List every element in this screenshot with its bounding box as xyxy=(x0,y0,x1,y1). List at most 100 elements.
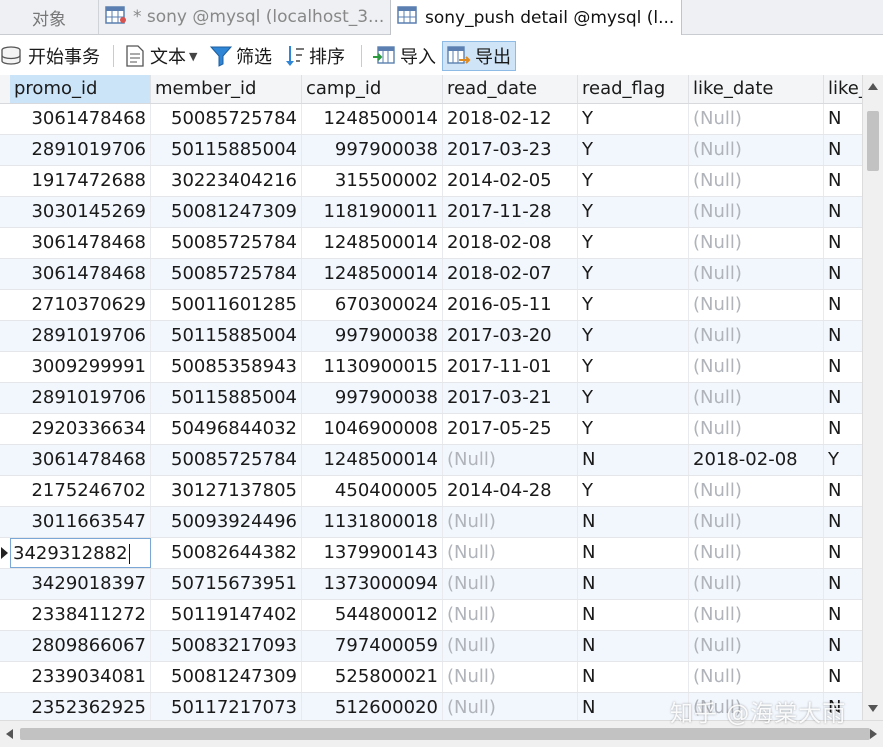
cell-like-flag[interactable]: N xyxy=(824,600,862,630)
cell-read-flag[interactable]: N xyxy=(578,600,689,630)
table-row[interactable]: 1917472688 30223404216 315500002 2014-02-05… xyxy=(0,166,862,197)
table-row[interactable]: 3009299991 50085358943 1130900015 2017-11-0… xyxy=(0,352,862,383)
tab-sony-query[interactable]: * sony @mysql (localhost_3... xyxy=(98,0,390,34)
cell-member-id[interactable]: 50119147402 xyxy=(151,600,302,630)
cell-camp-id[interactable]: 1131800018 xyxy=(302,507,443,537)
cell-read-flag[interactable]: Y xyxy=(578,383,689,413)
scroll-right-arrow-icon[interactable] xyxy=(870,729,877,739)
cell-read-date[interactable]: (Null) xyxy=(443,662,578,692)
cell-camp-id[interactable]: 1181900011 xyxy=(302,197,443,227)
scroll-left-arrow-icon[interactable] xyxy=(6,729,13,739)
table-row[interactable]: 3030145269 50081247309 1181900011 2017-11-2… xyxy=(0,197,862,228)
column-header-like-date[interactable]: like_date xyxy=(689,75,824,103)
table-row[interactable]: 2891019706 50115885004 997900038 2017-03-21… xyxy=(0,383,862,414)
cell-promo-id[interactable]: 2339034081 xyxy=(10,662,151,692)
cell-read-flag[interactable]: Y xyxy=(578,135,689,165)
cell-like-flag[interactable]: N xyxy=(824,321,862,351)
cell-like-date[interactable]: (Null) xyxy=(689,259,824,289)
cell-camp-id[interactable]: 544800012 xyxy=(302,600,443,630)
cell-like-flag[interactable]: N xyxy=(824,259,862,289)
cell-member-id[interactable]: 50082644382 xyxy=(151,538,302,568)
cell-member-id[interactable]: 50081247309 xyxy=(151,662,302,692)
cell-camp-id[interactable]: 797400059 xyxy=(302,631,443,661)
cell-read-flag[interactable]: Y xyxy=(578,321,689,351)
cell-promo-id[interactable]: 3429312882 xyxy=(10,538,151,568)
cell-like-flag[interactable]: N xyxy=(824,476,862,506)
table-row[interactable]: 2809866067 50083217093 797400059 (Null) N (Nu… xyxy=(0,631,862,662)
cell-read-flag[interactable]: Y xyxy=(578,228,689,258)
horizontal-scroll-thumb[interactable] xyxy=(20,728,870,740)
cell-camp-id[interactable]: 1373000094 xyxy=(302,569,443,599)
cell-read-date[interactable]: (Null) xyxy=(443,693,578,720)
scroll-down-arrow-icon[interactable] xyxy=(868,705,878,712)
cell-promo-id[interactable]: 3061478468 xyxy=(10,259,151,289)
column-header-like-flag[interactable]: like_ xyxy=(824,75,862,103)
cell-like-date[interactable]: (Null) xyxy=(689,104,824,134)
cell-read-date[interactable]: 2018-02-12 xyxy=(443,104,578,134)
cell-read-date[interactable]: (Null) xyxy=(443,569,578,599)
cell-like-flag[interactable]: N xyxy=(824,135,862,165)
cell-member-id[interactable]: 50496844032 xyxy=(151,414,302,444)
cell-member-id[interactable]: 50115885004 xyxy=(151,321,302,351)
cell-member-id[interactable]: 50085358943 xyxy=(151,352,302,382)
cell-read-date[interactable]: (Null) xyxy=(443,445,578,475)
cell-camp-id[interactable]: 997900038 xyxy=(302,135,443,165)
table-row[interactable]: 3061478468 50085725784 1248500014 (Null) N 20… xyxy=(0,445,862,476)
cell-read-date[interactable]: 2018-02-08 xyxy=(443,228,578,258)
cell-like-flag[interactable]: Y xyxy=(824,445,862,475)
cell-like-date[interactable]: (Null) xyxy=(689,569,824,599)
cell-member-id[interactable]: 50085725784 xyxy=(151,445,302,475)
cell-read-date[interactable]: (Null) xyxy=(443,631,578,661)
cell-promo-id[interactable]: 3061478468 xyxy=(10,104,151,134)
cell-camp-id[interactable]: 1046900008 xyxy=(302,414,443,444)
cell-like-flag[interactable]: N xyxy=(824,507,862,537)
cell-read-flag[interactable]: Y xyxy=(578,259,689,289)
column-header-camp-id[interactable]: camp_id xyxy=(302,75,443,103)
cell-read-flag[interactable]: N xyxy=(578,631,689,661)
cell-member-id[interactable]: 50117217073 xyxy=(151,693,302,720)
cell-read-date[interactable]: 2018-02-07 xyxy=(443,259,578,289)
cell-promo-id[interactable]: 2891019706 xyxy=(10,135,151,165)
cell-like-date[interactable]: (Null) xyxy=(689,631,824,661)
import-button[interactable]: 导入 xyxy=(372,41,436,71)
cell-camp-id[interactable]: 1248500014 xyxy=(302,445,443,475)
table-row[interactable]: 3061478468 50085725784 1248500014 2018-02-0… xyxy=(0,259,862,290)
cell-like-date[interactable]: (Null) xyxy=(689,321,824,351)
cell-read-flag[interactable]: N xyxy=(578,662,689,692)
cell-read-date[interactable]: (Null) xyxy=(443,507,578,537)
cell-read-date[interactable]: 2014-02-05 xyxy=(443,166,578,196)
cell-member-id[interactable]: 50081247309 xyxy=(151,197,302,227)
cell-like-date[interactable]: (Null) xyxy=(689,414,824,444)
cell-member-id[interactable]: 50083217093 xyxy=(151,631,302,661)
cell-like-date[interactable]: (Null) xyxy=(689,600,824,630)
cell-read-date[interactable]: 2017-05-25 xyxy=(443,414,578,444)
table-row[interactable]: 2920336634 50496844032 1046900008 2017-05-2… xyxy=(0,414,862,445)
cell-read-flag[interactable]: N xyxy=(578,569,689,599)
table-row[interactable]: 2891019706 50115885004 997900038 2017-03-20… xyxy=(0,321,862,352)
cell-camp-id[interactable]: 315500002 xyxy=(302,166,443,196)
cell-read-date[interactable]: 2017-03-20 xyxy=(443,321,578,351)
cell-promo-id[interactable]: 2352362925 xyxy=(10,693,151,720)
cell-read-flag[interactable]: N xyxy=(578,538,689,568)
cell-promo-id[interactable]: 2175246702 xyxy=(10,476,151,506)
table-row[interactable]: 3061478468 50085725784 1248500014 2018-02-0… xyxy=(0,228,862,259)
cell-promo-id[interactable]: 3061478468 xyxy=(10,445,151,475)
table-row[interactable]: 2891019706 50115885004 997900038 2017-03-23… xyxy=(0,135,862,166)
tab-sony-push-detail[interactable]: sony_push detail @mysql (l... xyxy=(390,0,682,35)
text-button[interactable]: 文本 ▼ xyxy=(124,41,197,71)
cell-promo-id[interactable]: 2809866067 xyxy=(10,631,151,661)
cell-read-flag[interactable]: N xyxy=(578,445,689,475)
column-header-read-flag[interactable]: read_flag xyxy=(578,75,689,103)
cell-member-id[interactable]: 50085725784 xyxy=(151,259,302,289)
cell-read-flag[interactable]: Y xyxy=(578,290,689,320)
cell-member-id[interactable]: 30223404216 xyxy=(151,166,302,196)
cell-promo-id[interactable]: 3429018397 xyxy=(10,569,151,599)
table-row[interactable]: 3429312882 50082644382 1379900143 (Null) N (N… xyxy=(0,538,862,569)
cell-like-date[interactable]: (Null) xyxy=(689,290,824,320)
cell-read-date[interactable]: 2017-03-23 xyxy=(443,135,578,165)
data-grid[interactable]: promo_id member_id camp_id read_date rea… xyxy=(0,75,862,720)
table-row[interactable]: 2175246702 30127137805 450400005 2014-04-28… xyxy=(0,476,862,507)
cell-camp-id[interactable]: 450400005 xyxy=(302,476,443,506)
cell-read-date[interactable]: 2016-05-11 xyxy=(443,290,578,320)
cell-member-id[interactable]: 30127137805 xyxy=(151,476,302,506)
